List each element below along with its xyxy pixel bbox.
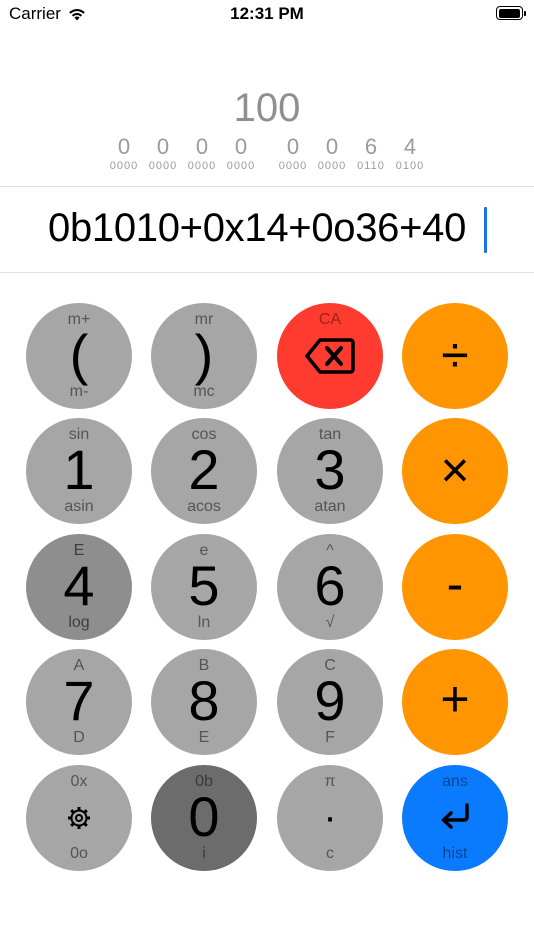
- key-secondary-label: ans: [442, 773, 468, 790]
- key-label: +: [440, 671, 470, 727]
- digit-5-button[interactable]: e 5 ln: [151, 534, 257, 640]
- open-paren-button[interactable]: m+ ( m-: [26, 303, 132, 409]
- key-label: ×: [440, 442, 470, 498]
- key-tertiary-label: 0o: [70, 845, 88, 862]
- decimal-point-button[interactable]: π · c: [277, 765, 383, 871]
- digit-6-button[interactable]: ^ 6 √: [277, 534, 383, 640]
- return-arrow-icon: [441, 803, 469, 829]
- nibble-bin: 0110: [357, 160, 385, 172]
- nibble: 0 0000: [107, 136, 141, 173]
- result-display: 100: [233, 86, 301, 130]
- digit-1-button[interactable]: sin 1 asin: [26, 418, 132, 524]
- key-tertiary-label: m-: [69, 383, 89, 400]
- expression-text[interactable]: 0b1010+0x14+0o36+40: [48, 206, 466, 251]
- key-secondary-label: CA: [318, 311, 342, 328]
- binary-breakdown: 0 0000 0 0000 0 0000 0 0000 0 0000 0 000…: [0, 136, 534, 176]
- key-label: 5: [188, 554, 220, 617]
- key-label: -: [446, 556, 464, 612]
- nibble-hex: 0: [195, 134, 209, 159]
- gear-icon: [68, 807, 90, 829]
- nibble-bin: 0100: [395, 160, 425, 172]
- key-label: 8: [188, 669, 220, 732]
- nibble-hex: 0: [117, 134, 131, 159]
- battery-icon: [496, 6, 526, 20]
- nibble-bin: 0000: [187, 160, 217, 172]
- nibble-hex: 0: [286, 134, 300, 159]
- enter-button[interactable]: ans hist: [402, 765, 508, 871]
- nibble: 4 0100: [393, 136, 427, 173]
- key-tertiary-label: hist: [442, 845, 468, 862]
- digit-4-button[interactable]: E 4 log: [26, 534, 132, 640]
- status-bar: Carrier 12:31 PM: [0, 0, 534, 30]
- digit-2-button[interactable]: cos 2 acos: [151, 418, 257, 524]
- nibble: 0 0000: [185, 136, 219, 173]
- key-label: 6: [314, 554, 346, 617]
- key-secondary-label: 0x: [70, 773, 88, 790]
- key-tertiary-label: log: [68, 614, 90, 631]
- key-label: ÷: [441, 327, 469, 383]
- digit-7-button[interactable]: A 7 D: [26, 649, 132, 755]
- digit-9-button[interactable]: C 9 F: [277, 649, 383, 755]
- key-tertiary-label: E: [198, 729, 210, 746]
- minus-button[interactable]: -: [402, 534, 508, 640]
- key-tertiary-label: D: [73, 729, 85, 746]
- key-tertiary-label: asin: [64, 498, 94, 515]
- key-label: 2: [188, 438, 220, 501]
- multiply-button[interactable]: ×: [402, 418, 508, 524]
- nibble-hex: 4: [403, 134, 417, 159]
- expression-input[interactable]: 0b1010+0x14+0o36+40: [0, 187, 534, 272]
- key-tertiary-label: mc: [193, 383, 215, 400]
- settings-button[interactable]: 0x 0o: [26, 765, 132, 871]
- key-tertiary-label: c: [326, 845, 334, 862]
- key-label: 9: [314, 669, 346, 732]
- key-label: 3: [314, 438, 346, 501]
- key-label: ): [194, 323, 214, 386]
- calculator-screen: Carrier 12:31 PM 100 0 0000 0 0000 0 000…: [0, 0, 534, 950]
- key-label: (: [69, 323, 89, 386]
- key-tertiary-label: F: [325, 729, 335, 746]
- nibble-bin: 0000: [109, 160, 139, 172]
- nibble-hex: 6: [364, 134, 378, 159]
- nibble: 6 0110: [354, 136, 388, 173]
- key-tertiary-label: ln: [197, 614, 211, 631]
- status-time: 12:31 PM: [230, 4, 304, 23]
- text-caret: [484, 207, 487, 253]
- key-label: 0: [188, 785, 220, 848]
- nibble-hex: 0: [234, 134, 248, 159]
- nibble-bin: 0000: [226, 160, 256, 172]
- key-label: 7: [63, 669, 95, 732]
- key-tertiary-label: √: [325, 614, 335, 631]
- nibble-hex: 0: [325, 134, 339, 159]
- key-tertiary-label: atan: [314, 498, 346, 515]
- digit-0-button[interactable]: 0b 0 i: [151, 765, 257, 871]
- key-tertiary-label: acos: [187, 498, 221, 515]
- nibble: 0 0000: [276, 136, 310, 173]
- key-label: 4: [63, 554, 95, 617]
- backspace-icon: [305, 338, 355, 374]
- digit-3-button[interactable]: tan 3 atan: [277, 418, 383, 524]
- nibble-bin: 0000: [278, 160, 308, 172]
- divide-button[interactable]: ÷: [402, 303, 508, 409]
- nibble: 0 0000: [146, 136, 180, 173]
- backspace-button[interactable]: CA: [277, 303, 383, 409]
- key-label: ·: [323, 795, 337, 839]
- nibble: 0 0000: [315, 136, 349, 173]
- key-label: 1: [63, 438, 95, 501]
- digit-8-button[interactable]: B 8 E: [151, 649, 257, 755]
- close-paren-button[interactable]: mr ) mc: [151, 303, 257, 409]
- nibble: 0 0000: [224, 136, 258, 173]
- nibble-bin: 0000: [317, 160, 347, 172]
- nibble-hex: 0: [156, 134, 170, 159]
- divider: [0, 272, 534, 273]
- nibble-bin: 0000: [148, 160, 178, 172]
- key-tertiary-label: i: [202, 845, 206, 862]
- plus-button[interactable]: +: [402, 649, 508, 755]
